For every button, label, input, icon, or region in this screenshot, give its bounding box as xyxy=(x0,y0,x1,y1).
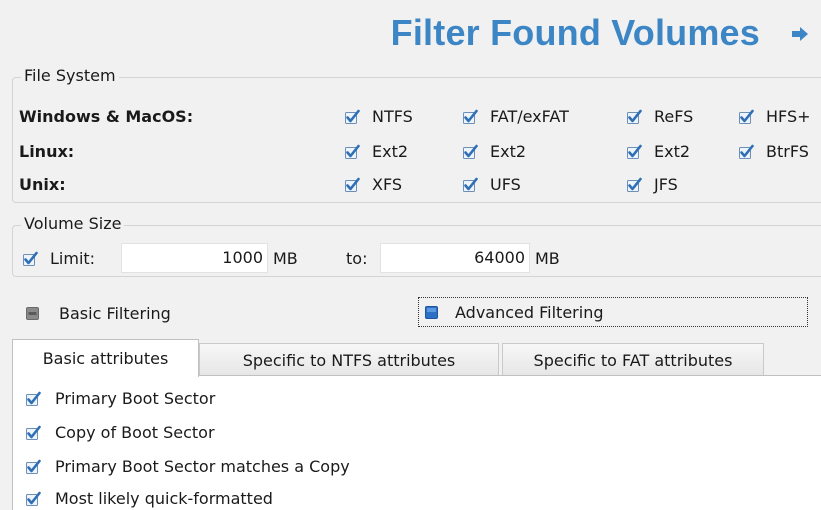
checkbox-checked-icon xyxy=(25,491,41,507)
checkbox-label: UFS xyxy=(490,175,521,194)
checkbox-primary-boot-sector[interactable]: Primary Boot Sector xyxy=(25,389,215,408)
checkbox-fat-exfat[interactable]: FAT/exFAT xyxy=(462,107,569,126)
checkbox-copy-of-boot-sector[interactable]: Copy of Boot Sector xyxy=(25,423,215,442)
checkbox-label: XFS xyxy=(372,175,403,194)
checkbox-jfs[interactable]: JFS xyxy=(626,175,678,194)
checkbox-checked-icon xyxy=(738,144,754,160)
file-system-legend: File System xyxy=(21,66,119,85)
checkbox-checked-icon xyxy=(738,109,754,125)
radio-unselected-icon xyxy=(26,307,39,320)
size-from-unit: MB xyxy=(273,249,298,268)
checkbox-checked-icon xyxy=(344,144,360,160)
checkbox-ext2-a[interactable]: Ext2 xyxy=(344,142,408,161)
tab-basic-attributes[interactable]: Basic attributes xyxy=(12,339,199,377)
limit-label: Limit: xyxy=(50,249,96,268)
checkbox-refs[interactable]: ReFS xyxy=(626,107,693,126)
radio-selected-icon xyxy=(425,305,438,319)
checkbox-boot-sector-matches-copy[interactable]: Primary Boot Sector matches a Copy xyxy=(25,457,350,476)
checkbox-label: Ext2 xyxy=(654,142,691,161)
checkbox-ntfs[interactable]: NTFS xyxy=(344,107,413,126)
checkbox-checked-icon xyxy=(462,177,478,193)
size-to-label: to: xyxy=(346,249,368,268)
checkbox-label: FAT/exFAT xyxy=(490,107,569,126)
checkbox-label: HFS+ xyxy=(766,107,811,126)
row-label-linux: Linux: xyxy=(19,142,75,161)
file-system-group xyxy=(12,77,821,203)
radio-basic-filtering[interactable]: Basic Filtering xyxy=(26,304,171,323)
checkbox-label: Copy of Boot Sector xyxy=(55,423,215,442)
size-to-input[interactable]: 64000 xyxy=(380,243,530,273)
checkbox-label: NTFS xyxy=(372,107,413,126)
checkbox-checked-icon xyxy=(344,109,360,125)
tab-content-basic: Primary Boot Sector Copy of Boot Sector … xyxy=(12,375,821,510)
checkbox-ext2-c[interactable]: Ext2 xyxy=(626,142,690,161)
checkbox-checked-icon xyxy=(344,177,360,193)
advanced-filtering-label: Advanced Filtering xyxy=(455,302,604,322)
checkbox-checked-icon xyxy=(626,177,642,193)
tab-fat-attributes[interactable]: Specific to FAT attributes xyxy=(502,343,764,376)
checkbox-label: Primary Boot Sector matches a Copy xyxy=(55,457,350,476)
basic-filtering-label: Basic Filtering xyxy=(59,304,171,323)
checkbox-checked-icon xyxy=(462,109,478,125)
checkbox-checked-icon xyxy=(626,109,642,125)
checkbox-ext2-b[interactable]: Ext2 xyxy=(462,142,526,161)
checkbox-label: Ext2 xyxy=(372,142,409,161)
radio-advanced-filtering[interactable]: Advanced Filtering xyxy=(418,297,808,327)
checkbox-label: Ext2 xyxy=(490,142,527,161)
checkbox-label: JFS xyxy=(654,175,678,194)
filter-panel: Filter Found Volumes File System Windows… xyxy=(0,0,821,510)
checkbox-label: Primary Boot Sector xyxy=(55,389,216,408)
checkbox-checked-icon xyxy=(25,425,41,441)
tab-ntfs-attributes[interactable]: Specific to NTFS attributes xyxy=(199,343,499,376)
row-label-windows-macos: Windows & MacOS: xyxy=(19,107,194,126)
checkbox-quick-formatted[interactable]: Most likely quick-formatted xyxy=(25,489,273,508)
size-to-unit: MB xyxy=(535,249,560,268)
checkbox-checked-icon xyxy=(25,459,41,475)
checkbox-checked-icon xyxy=(626,144,642,160)
page-title: Filter Found Volumes xyxy=(390,12,760,53)
checkbox-hfs[interactable]: HFS+ xyxy=(738,107,811,126)
checkbox-btrfs[interactable]: BtrFS xyxy=(738,142,809,161)
size-from-input[interactable]: 1000 xyxy=(121,243,268,273)
checkbox-limit[interactable]: Limit: xyxy=(22,249,95,268)
arrow-right-icon[interactable] xyxy=(790,24,810,44)
row-label-unix: Unix: xyxy=(19,175,66,194)
checkbox-label: BtrFS xyxy=(766,142,809,161)
checkbox-label: Most likely quick-formatted xyxy=(55,489,273,508)
checkbox-checked-icon xyxy=(25,391,41,407)
checkbox-ufs[interactable]: UFS xyxy=(462,175,521,194)
checkbox-checked-icon xyxy=(462,144,478,160)
checkbox-label: ReFS xyxy=(654,107,694,126)
volume-size-legend: Volume Size xyxy=(21,214,125,233)
checkbox-checked-icon xyxy=(22,251,38,267)
checkbox-xfs[interactable]: XFS xyxy=(344,175,402,194)
